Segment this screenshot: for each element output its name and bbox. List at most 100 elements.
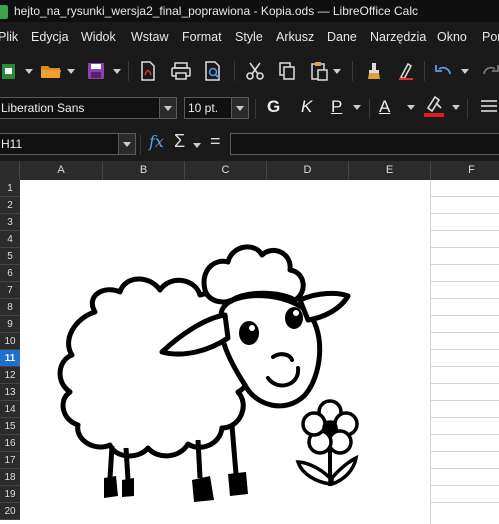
menu-format[interactable]: Format bbox=[182, 22, 222, 52]
sheep-hoof bbox=[122, 478, 134, 497]
row-header[interactable]: 7 bbox=[0, 282, 20, 299]
row-header[interactable]: 14 bbox=[0, 401, 20, 418]
copy-icon[interactable] bbox=[274, 60, 300, 82]
underline-button[interactable]: P bbox=[331, 96, 342, 118]
column-header-b[interactable]: B bbox=[103, 161, 185, 180]
print-preview-icon[interactable] bbox=[200, 60, 226, 82]
formula-equals-button[interactable]: = bbox=[210, 131, 221, 152]
calc-app-icon bbox=[0, 4, 8, 19]
function-wizard-button[interactable]: fx bbox=[149, 132, 164, 151]
row-header[interactable]: 18 bbox=[0, 469, 20, 486]
row-header[interactable]: 2 bbox=[0, 197, 20, 214]
row-header[interactable]: 4 bbox=[0, 231, 20, 248]
gridline bbox=[430, 230, 499, 231]
name-box-input[interactable]: H11 bbox=[0, 133, 120, 155]
undo-icon[interactable] bbox=[432, 60, 456, 82]
clear-formatting-icon[interactable] bbox=[394, 60, 418, 82]
cut-icon[interactable] bbox=[242, 60, 268, 82]
paste-icon[interactable] bbox=[306, 60, 332, 82]
gridline bbox=[430, 281, 499, 282]
sheep-ear bbox=[297, 290, 351, 323]
column-header-f[interactable]: F bbox=[431, 161, 499, 180]
save-dropdown-chevron-icon[interactable] bbox=[112, 60, 122, 82]
gridline bbox=[430, 502, 499, 503]
standard-toolbar bbox=[0, 52, 499, 90]
formula-input[interactable] bbox=[230, 133, 499, 155]
menu-style[interactable]: Style bbox=[235, 22, 263, 52]
menu-edycja[interactable]: Edycja bbox=[31, 22, 69, 52]
row-header[interactable]: 15 bbox=[0, 418, 20, 435]
gridline bbox=[430, 180, 431, 524]
select-all-corner[interactable] bbox=[0, 161, 20, 180]
toolbar-separator bbox=[369, 99, 370, 119]
print-icon[interactable] bbox=[168, 60, 194, 82]
undo-dropdown-chevron-icon[interactable] bbox=[460, 60, 470, 82]
row-header[interactable]: 12 bbox=[0, 367, 20, 384]
font-name-input[interactable]: Liberation Sans bbox=[0, 97, 162, 119]
font-color-dropdown-chevron-icon[interactable] bbox=[406, 96, 416, 118]
sheep-eye bbox=[285, 307, 303, 329]
row-header[interactable]: 20 bbox=[0, 503, 20, 520]
menu-narzedzia[interactable]: Narzędzia bbox=[370, 22, 426, 52]
new-dropdown-chevron-icon[interactable] bbox=[24, 60, 34, 82]
flower-leaf bbox=[330, 454, 359, 487]
row-header[interactable]: 17 bbox=[0, 452, 20, 469]
font-name-dropdown-icon[interactable] bbox=[159, 97, 177, 119]
toolbar-separator bbox=[234, 61, 235, 81]
sum-dropdown-chevron-icon[interactable] bbox=[192, 134, 202, 156]
gridline bbox=[430, 349, 499, 350]
align-left-icon[interactable] bbox=[478, 96, 499, 118]
menu-wstaw[interactable]: Wstaw bbox=[131, 22, 169, 52]
row-header[interactable]: 10 bbox=[0, 333, 20, 350]
gridline bbox=[430, 298, 499, 299]
row-header[interactable]: 19 bbox=[0, 486, 20, 503]
gridline bbox=[430, 332, 499, 333]
sum-button[interactable]: Σ bbox=[174, 131, 185, 152]
menu-arkusz[interactable]: Arkusz bbox=[276, 22, 314, 52]
gridline bbox=[430, 400, 499, 401]
menu-widok[interactable]: Widok bbox=[81, 22, 116, 52]
row-header[interactable]: 9 bbox=[0, 316, 20, 333]
sheep-drawing-image[interactable] bbox=[20, 180, 430, 524]
save-icon[interactable] bbox=[84, 60, 108, 82]
row-header-active[interactable]: 11 bbox=[0, 350, 20, 367]
sheep-leg bbox=[123, 447, 131, 481]
title-bar: hejto_na_rysunki_wersja2_final_poprawion… bbox=[0, 0, 499, 22]
font-color-button[interactable]: A bbox=[379, 96, 390, 118]
column-header-c[interactable]: C bbox=[185, 161, 267, 180]
toolbar-separator bbox=[140, 135, 141, 155]
font-size-dropdown-icon[interactable] bbox=[231, 97, 249, 119]
row-header[interactable]: 3 bbox=[0, 214, 20, 231]
menu-plik[interactable]: Plik bbox=[0, 22, 18, 52]
column-header-e[interactable]: E bbox=[349, 161, 431, 180]
menu-okno[interactable]: Okno bbox=[437, 22, 467, 52]
row-header[interactable]: 13 bbox=[0, 384, 20, 401]
redo-icon[interactable] bbox=[478, 60, 499, 82]
underline-dropdown-chevron-icon[interactable] bbox=[352, 96, 362, 118]
row-header[interactable]: 8 bbox=[0, 299, 20, 316]
open-dropdown-chevron-icon[interactable] bbox=[66, 60, 76, 82]
name-box-dropdown-icon[interactable] bbox=[118, 133, 136, 155]
paste-dropdown-chevron-icon[interactable] bbox=[332, 60, 342, 82]
column-header-d[interactable]: D bbox=[267, 161, 349, 180]
row-header[interactable]: 1 bbox=[0, 180, 20, 197]
row-header[interactable]: 6 bbox=[0, 265, 20, 282]
column-header-a[interactable]: A bbox=[20, 161, 103, 180]
sheep-eye bbox=[239, 321, 259, 345]
italic-button[interactable]: K bbox=[301, 96, 312, 118]
menu-pomoc[interactable]: Pom bbox=[482, 22, 499, 52]
new-document-icon[interactable] bbox=[0, 60, 20, 82]
font-size-input[interactable]: 10 pt. bbox=[184, 97, 233, 119]
highlight-color-dropdown-chevron-icon[interactable] bbox=[451, 96, 461, 118]
bold-button[interactable]: G bbox=[267, 96, 280, 118]
spreadsheet-grid[interactable]: A B C D E F 1 2 3 4 5 6 7 8 9 10 11 12 1… bbox=[0, 161, 499, 524]
row-header[interactable]: 5 bbox=[0, 248, 20, 265]
gridline bbox=[430, 247, 499, 248]
row-header[interactable]: 16 bbox=[0, 435, 20, 452]
toolbar-separator bbox=[128, 61, 129, 81]
highlight-color-icon[interactable] bbox=[421, 95, 447, 117]
menu-dane[interactable]: Dane bbox=[327, 22, 357, 52]
clone-formatting-icon[interactable] bbox=[362, 60, 386, 82]
export-pdf-icon[interactable] bbox=[136, 60, 160, 82]
open-folder-icon[interactable] bbox=[38, 60, 64, 82]
